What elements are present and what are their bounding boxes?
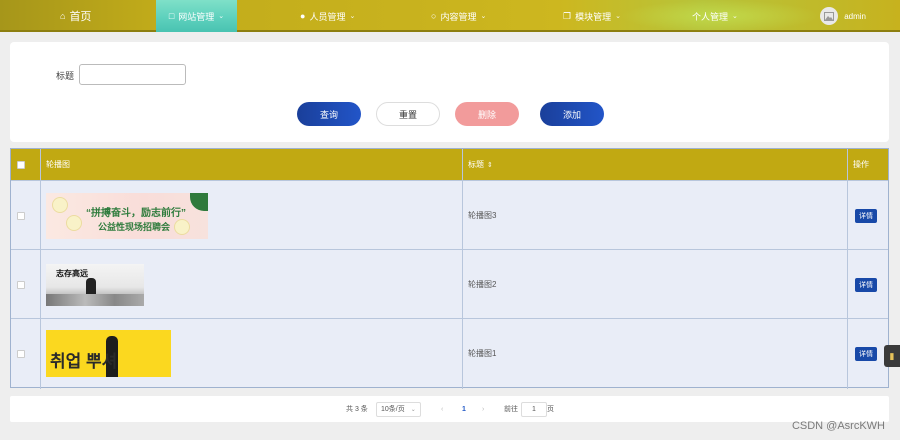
page-size-select[interactable]: 10条/页 ⌄	[376, 401, 421, 417]
select-all-checkbox[interactable]	[17, 160, 25, 169]
reset-button[interactable]: 重置	[376, 102, 440, 126]
total-count: 共 3 条	[346, 406, 368, 413]
image-text: “拼搏奋斗，励志前行”	[86, 207, 186, 219]
chevron-down-icon: ⌄	[615, 13, 621, 20]
delete-button[interactable]: 删除	[455, 102, 519, 126]
chevron-down-icon: ⌄	[218, 13, 225, 20]
chevron-down-icon: ⌄	[480, 13, 487, 20]
table-row: 志存高远 轮播图2 详情	[11, 249, 888, 318]
leaf-decoration	[190, 192, 208, 211]
goto-label: 前往	[504, 406, 518, 413]
title-search-input[interactable]	[79, 64, 186, 85]
nav-home-label: 首页	[69, 11, 92, 23]
detail-button[interactable]: 详情	[855, 208, 877, 223]
row-checkbox[interactable]	[17, 349, 25, 358]
image-cell: “拼搏奋斗，励志前行” 公益性现场招聘会	[46, 181, 208, 250]
top-navbar: ⌂ 首页 □ 网站管理 ⌄ ● 人员管理 ⌄ ○ 内容管理 ⌄ ❐ 模块管理 ⌄…	[0, 0, 900, 32]
image-text: 志存高远	[56, 268, 88, 278]
data-table: 轮播图 标题 ⇕ 操作 “拼搏奋斗，励志前行” 公益性现场招聘会 轮播图3 详情	[10, 148, 889, 389]
goto-input-wrap: 1	[521, 396, 547, 422]
table-row: “拼搏奋斗，励志前行” 公益性现场招聘会 轮播图3 详情	[11, 180, 888, 249]
select-all-cell	[17, 149, 25, 180]
user-menu[interactable]: admin	[820, 0, 866, 32]
nav-personnel-management[interactable]: ● 人员管理 ⌄	[300, 0, 355, 32]
copy-icon: ❐	[563, 10, 572, 21]
flower-decoration	[174, 218, 190, 235]
nav-item-label: 个人管理	[692, 11, 729, 22]
pagination: 共 3 条 10条/页 ⌄ ‹ 1 › 前往 1 页	[10, 396, 889, 422]
username: admin	[844, 11, 866, 21]
page-number-current[interactable]: 1	[462, 396, 466, 422]
page-size-select-wrap: 10条/页 ⌄	[376, 396, 421, 422]
detail-button[interactable]: 详情	[855, 277, 877, 292]
row-checkbox[interactable]	[17, 280, 25, 289]
nav-item-label: 网站管理	[178, 11, 215, 22]
image-cell: 志存高远	[46, 250, 144, 319]
column-header-title-label: 标题	[468, 160, 484, 169]
page-size-value: 10条/页	[381, 406, 405, 413]
nav-item-label: 模块管理	[575, 11, 612, 22]
column-header-action: 操作	[853, 160, 869, 169]
action-cell: 详情	[855, 250, 877, 319]
chevron-down-icon: ⌄	[349, 13, 356, 20]
side-float-icon[interactable]: ▮	[884, 345, 900, 367]
row-checkbox[interactable]	[17, 211, 25, 220]
nav-item-label: 人员管理	[309, 11, 346, 22]
column-divider	[40, 149, 41, 389]
chevron-down-icon: ⌄	[410, 406, 416, 413]
nav-personal-management[interactable]: 个人管理 ⌄	[692, 0, 738, 32]
action-cell: 详情	[855, 181, 877, 250]
chat-icon: ○	[431, 11, 437, 21]
carousel-image-thumbnail[interactable]: 취업 뿌셔	[46, 330, 171, 377]
title-cell: 轮播图2	[468, 280, 497, 289]
title-cell: 轮播图1	[468, 349, 497, 358]
title-cell: 轮播图3	[468, 211, 497, 220]
user-icon: ●	[300, 11, 306, 21]
table-header: 轮播图 标题 ⇕ 操作	[11, 149, 888, 180]
goto-page-input[interactable]: 1	[521, 401, 547, 417]
column-divider	[462, 149, 463, 389]
image-text: 취업 뿌셔	[50, 352, 118, 371]
column-header-title[interactable]: 标题 ⇕	[468, 149, 493, 180]
chevron-down-icon: ⌄	[732, 13, 738, 20]
image-placeholder-icon	[824, 11, 835, 21]
action-cell: 详情	[855, 319, 877, 388]
watermark: CSDN @AsrcKWH	[791, 420, 885, 432]
query-button[interactable]: 查询	[297, 102, 361, 126]
carousel-image-thumbnail[interactable]: 志存高远	[46, 263, 144, 306]
column-divider	[847, 149, 848, 389]
next-page-icon[interactable]: ›	[482, 396, 484, 422]
nav-website-management[interactable]: □ 网站管理 ⌄	[156, 0, 237, 32]
row-select-cell	[17, 319, 25, 388]
avatar	[820, 7, 839, 25]
column-header-image: 轮播图	[46, 160, 70, 169]
mountain-decoration	[46, 293, 144, 306]
image-cell: 취업 뿌셔	[46, 319, 171, 388]
page-unit-label: 页	[547, 406, 554, 413]
nav-item-label: 内容管理	[440, 11, 477, 22]
title-filter-label: 标题	[56, 71, 75, 81]
carousel-image-thumbnail[interactable]: “拼搏奋斗，励志前行” 公益性现场招聘会	[46, 192, 208, 239]
home-icon: ⌂	[60, 11, 66, 21]
detail-button[interactable]: 详情	[855, 346, 877, 361]
row-select-cell	[17, 250, 25, 319]
sort-icon[interactable]: ⇕	[487, 161, 493, 169]
image-text: 公益性现场招聘会	[98, 221, 171, 232]
search-panel: 标题 查询 重置 删除 添加	[10, 42, 889, 142]
monitor-icon: □	[168, 11, 175, 21]
nav-home[interactable]: ⌂ 首页	[60, 0, 91, 32]
row-select-cell	[17, 181, 25, 250]
table-row: 취업 뿌셔 轮播图1 详情	[11, 318, 888, 387]
flower-decoration	[66, 214, 82, 231]
nav-module-management[interactable]: ❐ 模块管理 ⌄	[563, 0, 621, 32]
add-button[interactable]: 添加	[540, 102, 604, 126]
flower-decoration	[52, 196, 68, 213]
nav-content-management[interactable]: ○ 内容管理 ⌄	[431, 0, 486, 32]
prev-page-icon[interactable]: ‹	[441, 396, 443, 422]
